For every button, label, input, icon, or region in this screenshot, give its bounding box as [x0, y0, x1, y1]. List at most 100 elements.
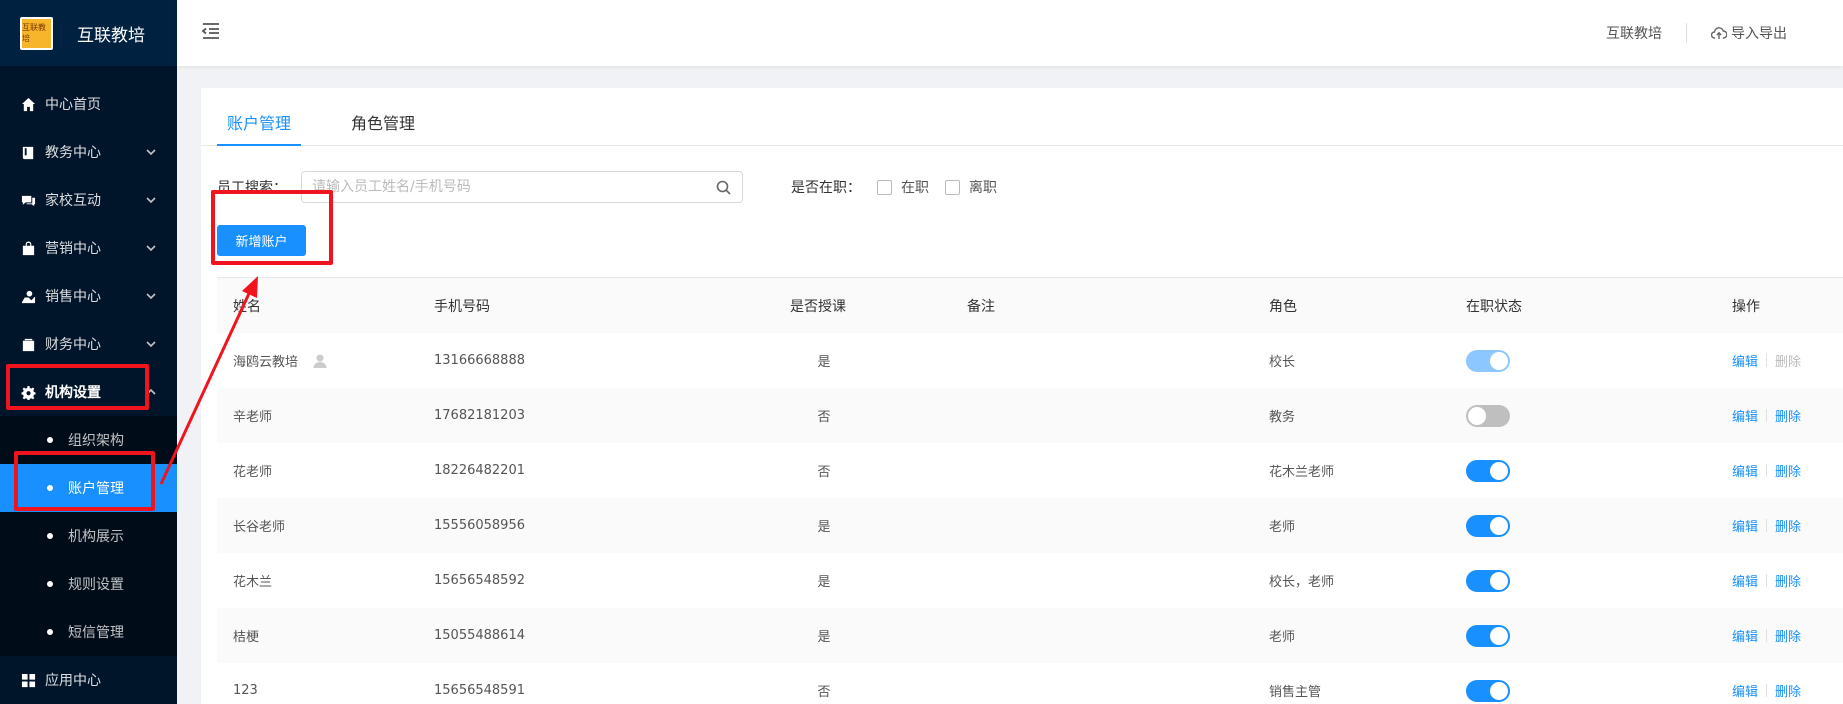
annotation-box-add-account [211, 190, 333, 265]
sidebar-subitem-label: 短信管理 [68, 625, 124, 641]
cell-status [1466, 388, 1510, 443]
cloud-upload-icon [1710, 26, 1728, 40]
cell-ops: 编辑 删除 [1732, 333, 1801, 388]
sidebar-subitem-org-display[interactable]: 机构展示 [0, 512, 177, 560]
search-icon[interactable] [716, 180, 731, 195]
search-box[interactable] [301, 171, 743, 203]
import-export-link[interactable]: 导入导出 [1731, 23, 1787, 43]
cell-phone: 15556058956 [434, 518, 525, 533]
delete-button: 删除 [1775, 355, 1802, 370]
status-toggle[interactable] [1466, 459, 1510, 482]
status-toggle[interactable] [1466, 404, 1510, 427]
cell-status [1466, 333, 1510, 388]
sidebar-item-academic[interactable]: 教务中心 [0, 128, 177, 176]
chat-icon [20, 192, 36, 208]
status-toggle[interactable] [1466, 569, 1510, 592]
sidebar-item-label: 家校互动 [45, 193, 101, 209]
cell-phone: 15055488614 [434, 628, 525, 643]
delete-button[interactable]: 删除 [1775, 516, 1801, 535]
table-row: 花老师 18226482201 否 花木兰老师 编辑 删除 [217, 443, 1843, 498]
brand-logo-text: 互联教培 [22, 23, 46, 43]
cell-teaching: 是 [817, 630, 831, 645]
ops-divider [1766, 519, 1768, 532]
sidebar-subitem-rule-settings[interactable]: 规则设置 [0, 560, 177, 608]
org-name[interactable]: 互联教培 [1606, 23, 1662, 43]
delete-button[interactable]: 删除 [1775, 681, 1801, 700]
cell-ops: 编辑 删除 [1732, 388, 1801, 443]
cell-ops: 编辑 删除 [1732, 443, 1801, 498]
cell-teaching: 是 [817, 355, 831, 370]
bullet-icon [47, 581, 53, 587]
search-input[interactable] [312, 179, 712, 195]
bullet-icon [47, 629, 53, 635]
cell-name: 辛老师 [233, 410, 273, 425]
chevron-down-icon [145, 242, 157, 254]
toggle-knob [1490, 516, 1508, 535]
edit-button[interactable]: 编辑 [1732, 351, 1758, 370]
cell-status [1466, 498, 1510, 553]
table-row: 辛老师 17682181203 否 教务 编辑 删除 [217, 388, 1843, 443]
col-header-ops: 操作 [1732, 298, 1760, 315]
checkbox-box[interactable] [945, 179, 960, 195]
sidebar-item-home-school[interactable]: 家校互动 [0, 176, 177, 224]
sidebar-item-finance[interactable]: 财务中心 [0, 320, 177, 368]
menu-fold-icon[interactable] [201, 22, 221, 40]
sidebar-item-home[interactable]: 中心首页 [0, 80, 177, 128]
toggle-knob [1490, 571, 1508, 590]
cell-phone: 13166668888 [434, 353, 525, 368]
table-row: 长谷老师 15556058956 是 老师 编辑 删除 [217, 498, 1843, 553]
tab-active-indicator [217, 144, 301, 146]
book-icon [20, 144, 36, 160]
cell-status [1466, 608, 1510, 663]
bag-icon [20, 240, 36, 256]
cell-role: 校长 [1269, 355, 1296, 370]
table-row: 桔梗 15055488614 是 老师 编辑 删除 [217, 608, 1843, 663]
cell-role: 老师 [1269, 520, 1296, 535]
edit-button[interactable]: 编辑 [1732, 681, 1758, 700]
table-header: 姓名 手机号码 是否授课 备注 角色 在职状态 操作 [217, 277, 1843, 333]
bullet-icon [47, 437, 53, 443]
cell-status [1466, 553, 1510, 608]
chevron-down-icon [145, 146, 157, 158]
bullet-icon [47, 533, 53, 539]
table-row: 海鸥云教培 13166668888 是 校长 编辑 删除 [217, 333, 1843, 388]
cell-ops: 编辑 删除 [1732, 498, 1801, 553]
col-header-note: 备注 [967, 298, 995, 315]
top-header: 互联教培 导入导出 [177, 0, 1843, 66]
cell-status [1466, 663, 1510, 704]
delete-button[interactable]: 删除 [1775, 461, 1801, 480]
sidebar-item-marketing[interactable]: 营销中心 [0, 224, 177, 272]
sidebar-item-sales[interactable]: 销售中心 [0, 272, 177, 320]
sidebar-item-app-center[interactable]: 应用中心 [0, 656, 177, 704]
edit-button[interactable]: 编辑 [1732, 571, 1758, 590]
edit-button[interactable]: 编辑 [1732, 461, 1758, 480]
sidebar-subitem-sms-management[interactable]: 短信管理 [0, 608, 177, 656]
cell-name: 海鸥云教培 [233, 333, 328, 388]
status-toggle[interactable] [1466, 624, 1510, 647]
edit-button[interactable]: 编辑 [1732, 516, 1758, 535]
status-toggle[interactable] [1466, 679, 1510, 702]
brand-logo: 互联教培 [20, 16, 53, 50]
edit-button[interactable]: 编辑 [1732, 626, 1758, 645]
cell-name: 花木兰 [233, 575, 273, 590]
cell-name: 桔梗 [233, 630, 260, 645]
cell-name-text: 海鸥云教培 [233, 355, 299, 370]
status-toggle [1466, 349, 1510, 372]
header-actions: 互联教培 导入导出 [1606, 0, 1787, 66]
cell-ops: 编辑 删除 [1732, 608, 1801, 663]
checkbox-employed[interactable]: 在职 [877, 177, 929, 197]
tab-account-management[interactable]: 账户管理 [227, 110, 291, 134]
toggle-knob [1490, 351, 1508, 370]
edit-button[interactable]: 编辑 [1732, 406, 1758, 425]
checkbox-box[interactable] [877, 179, 892, 195]
checkbox-resigned[interactable]: 离职 [945, 177, 997, 197]
brand[interactable]: 互联教培 互联教培 [0, 0, 177, 66]
delete-button[interactable]: 删除 [1775, 626, 1801, 645]
delete-button[interactable]: 删除 [1775, 406, 1801, 425]
tab-role-management[interactable]: 角色管理 [351, 110, 415, 134]
delete-button[interactable]: 删除 [1775, 571, 1801, 590]
sidebar-subitem-label: 规则设置 [68, 577, 124, 593]
status-toggle[interactable] [1466, 514, 1510, 537]
col-header-status: 在职状态 [1466, 298, 1522, 315]
annotation-box-account-management [14, 451, 155, 511]
